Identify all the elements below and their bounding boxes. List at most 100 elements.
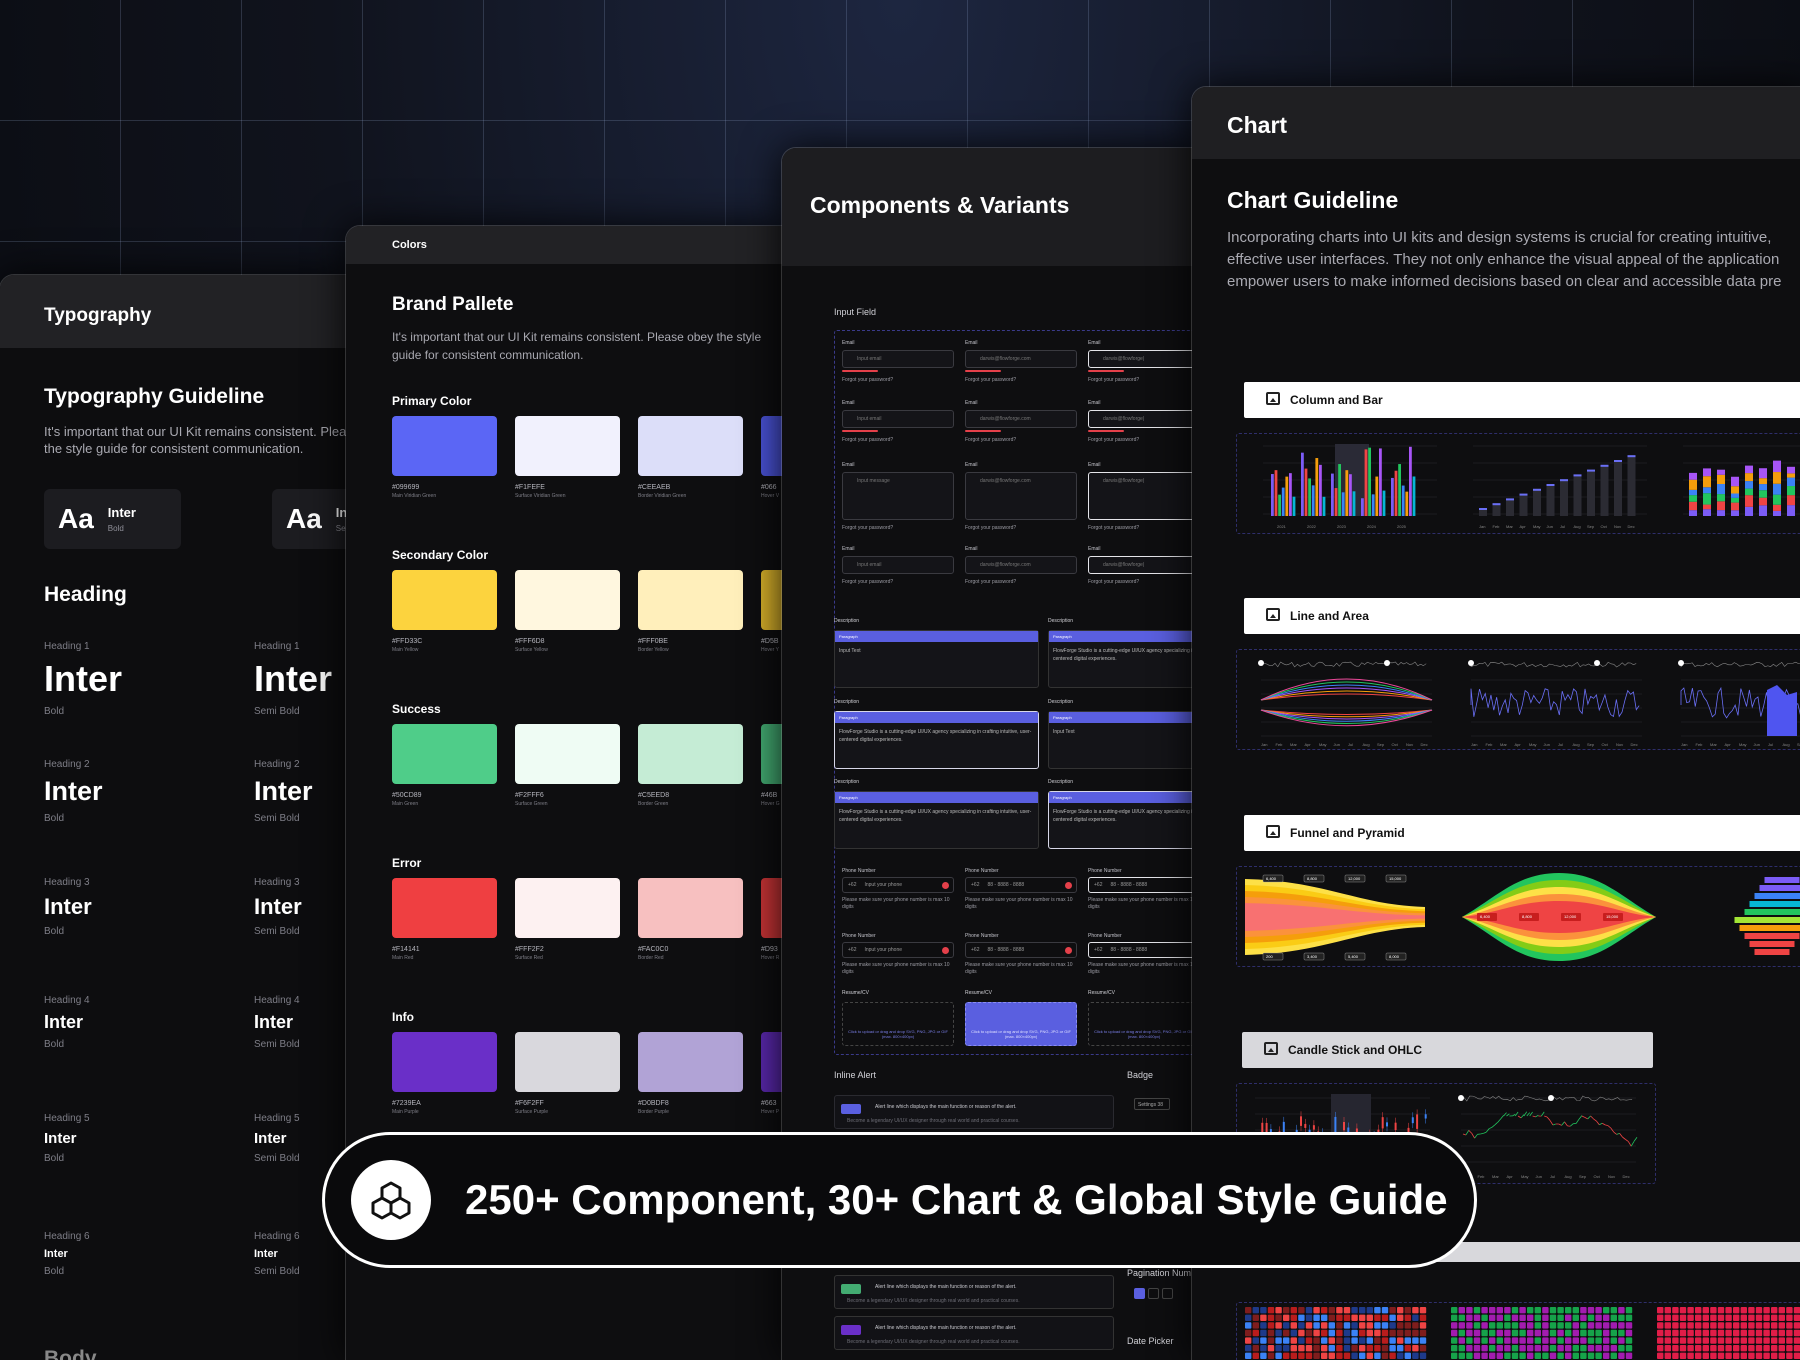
file-upload-dropzone[interactable]: Click to upload or drag and drop SVG, PN… [842, 1002, 954, 1046]
forgot-password-link[interactable]: Forgot your password? [965, 437, 1077, 443]
heatmap-cell [1748, 1337, 1755, 1344]
color-swatch[interactable]: #FFF6D8 Surface Yellow [515, 570, 620, 653]
phone-field[interactable]: Phone Number +62 88 - 8888 - 8888 Please ma… [1088, 933, 1200, 976]
section-line-and-area[interactable]: Line and Area [1244, 598, 1800, 634]
editor-content[interactable]: FlowForge Studio is a cutting-edge UI/UX… [835, 723, 1038, 749]
phone-input[interactable]: +62 88 - 8888 - 8888 [965, 877, 1077, 893]
phone-input[interactable]: +62 88 - 8888 - 8888 [1088, 877, 1200, 893]
bar [1412, 476, 1416, 516]
editor-toolbar[interactable]: Paragraph [835, 792, 1038, 803]
section-funnel-and-pyramid[interactable]: Funnel and Pyramid [1244, 815, 1800, 851]
phone-input[interactable]: +62 88 - 8888 - 8888 [1088, 942, 1200, 958]
phone-field[interactable]: Phone Number +62 Input your phone Please ma… [842, 933, 954, 976]
rich-text-editor[interactable]: Paragraph FlowForge Studio is a cutting-e… [1048, 791, 1202, 849]
editor-content[interactable]: FlowForge Studio is a cutting-edge UI/UX… [835, 803, 1038, 829]
font-card-bold[interactable]: Aa Inter Bold [44, 489, 181, 549]
forgot-password-link[interactable]: Forgot your password? [1088, 437, 1200, 443]
swatch-fill [392, 570, 497, 630]
phone-field[interactable]: Phone Number +62 88 - 8888 - 8888 Please ma… [965, 868, 1077, 911]
email-field[interactable]: Email darwis@flowforge.com Forgot your pas… [965, 462, 1077, 531]
color-swatch[interactable]: #FFF2F2 Surface Red [515, 878, 620, 961]
heatmap-cell [1336, 1307, 1343, 1314]
email-input[interactable]: darwis@flowforge| [1088, 556, 1200, 574]
phone-input[interactable]: +62 Input your phone [842, 877, 954, 893]
email-input[interactable]: Input message [842, 472, 954, 520]
email-field[interactable]: Email darwis@flowforge| Forgot your passwo… [1088, 340, 1200, 383]
rich-text-editor[interactable]: Paragraph FlowForge Studio is a cutting-e… [834, 791, 1039, 849]
email-field[interactable]: Email darwis@flowforge| Forgot your passwo… [1088, 462, 1200, 531]
editor-toolbar[interactable]: Paragraph [835, 712, 1038, 723]
file-upload-dropzone[interactable]: Click to upload or drag and drop SVG, PN… [965, 1002, 1077, 1046]
email-input[interactable]: darwis@flowforge.com [965, 410, 1077, 428]
editor-content[interactable]: FlowForge Studio is a cutting-edge UI/UX… [1049, 642, 1202, 668]
email-input[interactable]: darwis@flowforge| [1088, 410, 1200, 428]
email-field[interactable]: Email darwis@flowforge| Forgot your passwo… [1088, 546, 1200, 585]
page-1[interactable] [1134, 1288, 1145, 1299]
page-3[interactable] [1162, 1288, 1173, 1299]
color-swatch[interactable]: #CEEAEB Border Viridian Green [638, 416, 743, 499]
color-swatch[interactable]: #FFD33C Main Yellow [392, 570, 497, 653]
forgot-password-link[interactable]: Forgot your password? [1088, 525, 1200, 531]
forgot-password-link[interactable]: Forgot your password? [1088, 579, 1200, 585]
email-field[interactable]: Email darwis@flowforge| Forgot your passwo… [1088, 400, 1200, 443]
editor-toolbar[interactable]: Paragraph [1049, 712, 1202, 723]
email-input[interactable]: darwis@flowforge.com [965, 350, 1077, 368]
email-field[interactable]: Email Input message Forgot your password? [842, 462, 954, 531]
editor-content[interactable]: Input Text [835, 642, 1038, 660]
phone-field[interactable]: Phone Number +62 88 - 8888 - 8888 Please ma… [1088, 868, 1200, 911]
editor-toolbar[interactable]: Paragraph [835, 631, 1038, 642]
forgot-password-link[interactable]: Forgot your password? [842, 377, 954, 383]
color-swatch[interactable]: #F14141 Main Red [392, 878, 497, 961]
color-swatch[interactable]: #F6F2FF Surface Purple [515, 1032, 620, 1115]
editor-toolbar[interactable]: Paragraph [1049, 792, 1202, 803]
email-input[interactable]: darwis@flowforge.com [965, 472, 1077, 520]
email-field[interactable]: Email Input email Forgot your password? [842, 400, 954, 443]
page-2[interactable] [1148, 1288, 1159, 1299]
heatmap-cell [1595, 1314, 1602, 1321]
forgot-password-link[interactable]: Forgot your password? [842, 579, 954, 585]
editor-content[interactable]: FlowForge Studio is a cutting-edge UI/UX… [1049, 803, 1202, 829]
email-input[interactable]: Input email [842, 350, 954, 368]
color-swatch[interactable]: #F1FEFE Surface Viridian Green [515, 416, 620, 499]
email-field[interactable]: Email darwis@flowforge.com Forgot your pas… [965, 400, 1077, 443]
color-swatch[interactable]: #C5EED8 Border Green [638, 724, 743, 807]
color-swatch[interactable]: #FFF0BE Border Yellow [638, 570, 743, 653]
color-swatch[interactable]: #7239EA Main Purple [392, 1032, 497, 1115]
section-column-and-bar[interactable]: Column and Bar [1244, 382, 1800, 418]
pagination[interactable] [1134, 1288, 1173, 1299]
file-upload-dropzone[interactable]: Click to upload or drag and drop SVG, PN… [1088, 1002, 1200, 1046]
rich-text-editor[interactable]: Paragraph Input Text [834, 630, 1039, 688]
email-field[interactable]: Email Input email Forgot your password? [842, 340, 954, 383]
phone-field[interactable]: Phone Number +62 Input your phone Please ma… [842, 868, 954, 911]
email-input[interactable]: Input email [842, 410, 954, 428]
forgot-password-link[interactable]: Forgot your password? [842, 437, 954, 443]
email-input[interactable]: darwis@flowforge.com [965, 556, 1077, 574]
email-field[interactable]: Email darwis@flowforge.com Forgot your pas… [965, 546, 1077, 585]
forgot-password-link[interactable]: Forgot your password? [1088, 377, 1200, 383]
phone-field[interactable]: Phone Number +62 88 - 8888 - 8888 Please ma… [965, 933, 1077, 976]
email-field[interactable]: Email darwis@flowforge.com Forgot your pas… [965, 340, 1077, 383]
editor-toolbar[interactable]: Paragraph [1049, 631, 1202, 642]
color-swatch[interactable]: #50CD89 Main Green [392, 724, 497, 807]
font-card-semibold[interactable]: Aa InterSemi Bold [272, 489, 350, 549]
color-swatch[interactable]: #F2FFF6 Surface Green [515, 724, 620, 807]
email-input[interactable]: darwis@flowforge| [1088, 350, 1200, 368]
phone-input[interactable]: +62 Input your phone [842, 942, 954, 958]
color-swatch[interactable]: #099699 Main Viridian Green [392, 416, 497, 499]
color-swatch[interactable]: #D0BDF8 Border Purple [638, 1032, 743, 1115]
email-input[interactable]: Input email [842, 556, 954, 574]
forgot-password-link[interactable]: Forgot your password? [965, 377, 1077, 383]
email-input[interactable]: darwis@flowforge| [1088, 472, 1200, 520]
forgot-password-link[interactable]: Forgot your password? [965, 579, 1077, 585]
forgot-password-link[interactable]: Forgot your password? [965, 525, 1077, 531]
phone-input[interactable]: +62 88 - 8888 - 8888 [965, 942, 1077, 958]
section-candle-stick-ohlc[interactable]: Candle Stick and OHLC [1242, 1032, 1653, 1068]
editor-content[interactable]: Input Text [1049, 723, 1202, 741]
color-swatch[interactable]: #FAC0C0 Border Red [638, 878, 743, 961]
heatmap-cell [1625, 1307, 1633, 1314]
rich-text-editor[interactable]: Paragraph FlowForge Studio is a cutting-e… [834, 711, 1039, 769]
rich-text-editor[interactable]: Paragraph FlowForge Studio is a cutting-e… [1048, 630, 1202, 688]
forgot-password-link[interactable]: Forgot your password? [842, 525, 954, 531]
rich-text-editor[interactable]: Paragraph Input Text [1048, 711, 1202, 769]
email-field[interactable]: Email Input email Forgot your password? [842, 546, 954, 585]
